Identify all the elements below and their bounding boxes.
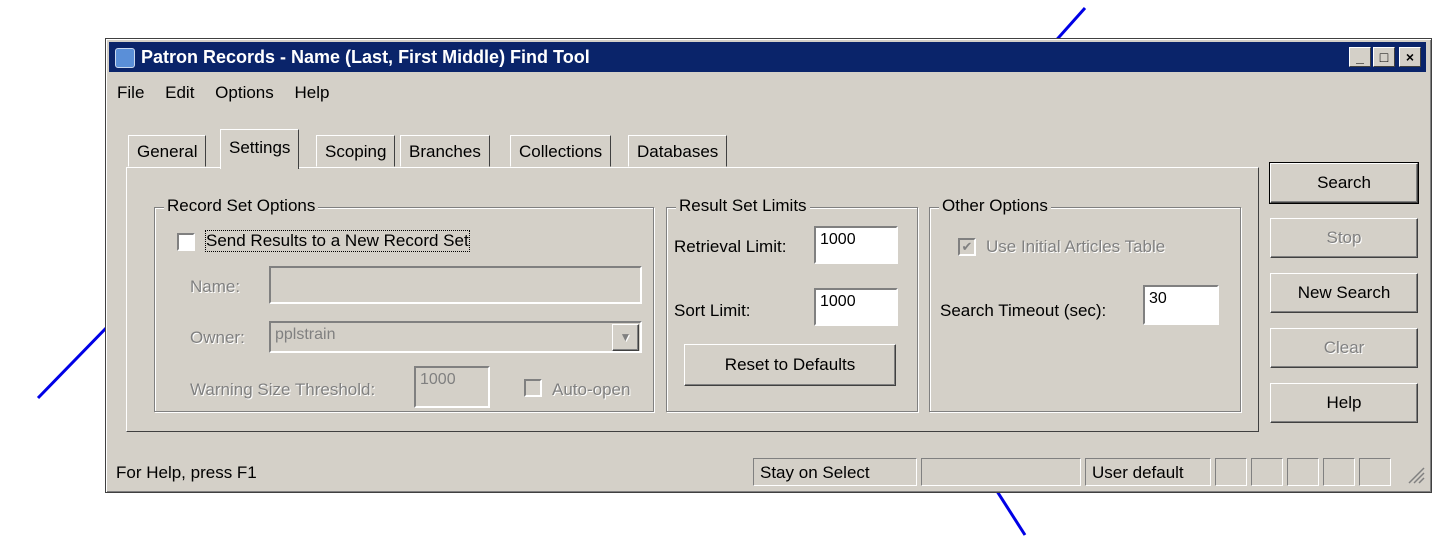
auto-open-checkbox	[524, 379, 542, 397]
reset-to-defaults-button[interactable]: Reset to Defaults	[684, 344, 896, 386]
resize-grip-icon[interactable]	[1405, 464, 1425, 484]
sort-limit-label: Sort Limit:	[674, 301, 751, 320]
menu-help[interactable]: Help	[287, 79, 338, 107]
tab-branches[interactable]: Branches	[400, 135, 490, 167]
window-title: Patron Records - Name (Last, First Middl…	[141, 47, 590, 67]
close-button[interactable]: ×	[1399, 47, 1421, 67]
warning-threshold-field: 1000	[414, 366, 490, 408]
name-field	[269, 266, 642, 304]
retrieval-limit-label: Retrieval Limit:	[674, 237, 787, 256]
initial-articles-label: Use Initial Articles Table	[986, 237, 1166, 256]
search-timeout-label: Search Timeout (sec):	[940, 301, 1107, 320]
stop-button: Stop	[1270, 218, 1418, 258]
owner-value: pplstrain	[275, 326, 336, 343]
send-results-label[interactable]: Send Results to a New Record Set	[205, 230, 470, 252]
title-bar: Patron Records - Name (Last, First Middl…	[109, 42, 1426, 72]
tab-scoping[interactable]: Scoping	[316, 135, 396, 167]
status-help-text: For Help, press F1	[116, 463, 257, 482]
help-button[interactable]: Help	[1270, 383, 1418, 423]
status-indicator-1	[1215, 458, 1247, 486]
status-indicator-5	[1359, 458, 1391, 486]
clear-button: Clear	[1270, 328, 1418, 368]
result-set-limits-label: Result Set Limits	[676, 196, 810, 216]
minimize-button[interactable]: _	[1349, 47, 1371, 67]
tab-general[interactable]: General	[128, 135, 207, 167]
search-timeout-field[interactable]: 30	[1143, 285, 1219, 325]
status-user-setting: User default	[1085, 458, 1211, 486]
menu-file[interactable]: File	[109, 79, 152, 107]
menu-options[interactable]: Options	[207, 79, 282, 107]
record-set-options-label: Record Set Options	[164, 196, 319, 216]
initial-articles-checkbox: ✔	[958, 238, 976, 256]
tab-settings[interactable]: Settings	[220, 129, 300, 169]
status-empty-pane	[921, 458, 1081, 486]
name-label: Name:	[190, 277, 241, 296]
owner-select: pplstrain	[269, 321, 642, 353]
warning-threshold-label: Warning Size Threshold:	[190, 380, 376, 399]
tab-collections[interactable]: Collections	[510, 135, 612, 167]
send-results-checkbox[interactable]	[177, 233, 195, 251]
status-indicator-2	[1251, 458, 1283, 486]
status-bar: For Help, press F1 Stay on Select User d…	[109, 458, 1427, 488]
new-search-button[interactable]: New Search	[1270, 273, 1418, 313]
app-icon	[115, 48, 135, 68]
other-options-label: Other Options	[939, 196, 1051, 216]
chevron-down-icon: ▼	[612, 324, 639, 351]
retrieval-limit-field[interactable]: 1000	[814, 226, 898, 264]
find-tool-window: Patron Records - Name (Last, First Middl…	[105, 38, 1432, 493]
status-indicator-3	[1287, 458, 1319, 486]
sort-limit-field[interactable]: 1000	[814, 288, 898, 326]
search-button[interactable]: Search	[1269, 162, 1419, 204]
tab-databases[interactable]: Databases	[628, 135, 728, 167]
status-select-mode: Stay on Select	[753, 458, 917, 486]
menu-edit[interactable]: Edit	[157, 79, 202, 107]
auto-open-label: Auto-open	[552, 380, 631, 399]
status-indicator-4	[1323, 458, 1355, 486]
maximize-button[interactable]: □	[1373, 47, 1395, 67]
owner-label: Owner:	[190, 328, 245, 347]
menu-bar: File Edit Options Help	[109, 79, 337, 105]
